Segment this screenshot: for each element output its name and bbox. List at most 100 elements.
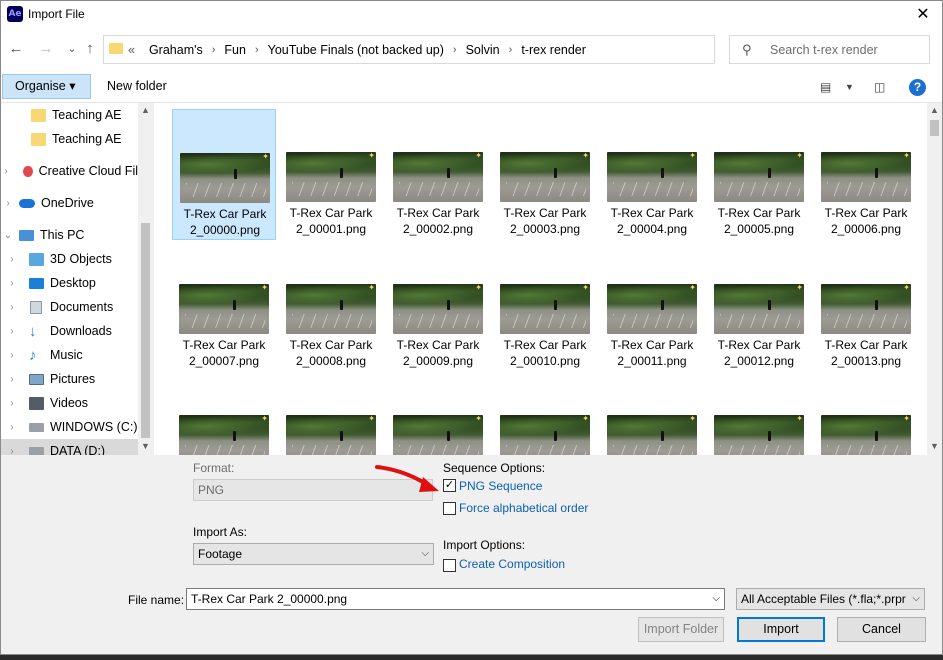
force-alphabetical-checkbox[interactable] <box>443 502 456 515</box>
file-item[interactable]: ✦ <box>600 373 704 455</box>
view-options-chevron-icon[interactable]: ▼ <box>845 82 854 92</box>
scrollbar-thumb[interactable] <box>141 223 150 438</box>
title-bar: Ae Import File ✕ <box>1 1 942 29</box>
chevron-down-icon[interactable]: ⌵ <box>712 589 720 609</box>
file-item[interactable]: ✦ T-Rex Car Park 2_00012.png <box>707 241 811 372</box>
file-item[interactable]: ✦ T-Rex Car Park 2_00005.png <box>707 109 811 240</box>
file-item[interactable]: ✦ <box>172 373 276 455</box>
forward-arrow-icon[interactable]: → <box>37 39 55 59</box>
file-item[interactable]: ✦ T-Rex Car Park 2_00001.png <box>279 109 383 240</box>
navigation-pane: Teaching AE Teaching AE › Creative Cloud… <box>1 103 153 455</box>
sidebar-item-documents[interactable]: › Documents <box>1 295 138 319</box>
sidebar-item-teaching-ae-2[interactable]: Teaching AE <box>1 127 138 151</box>
file-item[interactable]: ✦ T-Rex Car Park 2_00008.png <box>279 241 383 372</box>
sidebar-item-3d-objects[interactable]: › 3D Objects <box>1 247 138 271</box>
sidebar-item-creative-cloud[interactable]: › Creative Cloud Fil <box>1 159 138 183</box>
chevron-right-icon[interactable]: › <box>1 198 15 209</box>
chevron-right-icon[interactable]: › <box>1 302 23 313</box>
import-folder-button[interactable]: Import Folder <box>638 617 724 642</box>
force-alphabetical-label[interactable]: Force alphabetical order <box>459 501 588 515</box>
file-list-scrollbar[interactable]: ▲ ▼ <box>927 103 942 455</box>
chevron-right-icon[interactable]: › <box>1 166 11 177</box>
up-arrow-icon[interactable]: ↑ <box>81 39 99 59</box>
file-list: ✦ T-Rex Car Park 2_00000.png ✦ T-Rex Car … <box>154 103 942 455</box>
file-item[interactable]: ✦ T-Rex Car Park 2_00010.png <box>493 241 597 372</box>
file-item[interactable]: ✦ T-Rex Car Park 2_00000.png <box>172 109 276 240</box>
recent-locations-icon[interactable]: ⌄ <box>63 39 81 59</box>
file-item[interactable]: ✦ T-Rex Car Park 2_00003.png <box>493 109 597 240</box>
change-view-icon[interactable]: ▤ <box>820 80 831 94</box>
scroll-down-icon[interactable]: ▼ <box>140 441 151 451</box>
breadcrumb-item[interactable]: Graham's <box>149 43 203 57</box>
desktop-icon <box>29 277 44 289</box>
back-arrow-icon[interactable]: ← <box>7 39 25 59</box>
file-item[interactable]: ✦ <box>814 373 918 455</box>
sidebar-item-windows-c[interactable]: › WINDOWS (C:) <box>1 415 138 439</box>
create-composition-checkbox[interactable] <box>443 559 456 572</box>
chevron-right-icon[interactable]: › <box>1 350 23 361</box>
computer-icon <box>19 229 34 241</box>
sidebar-item-pictures[interactable]: › Pictures <box>1 367 138 391</box>
file-item[interactable]: ✦ T-Rex Car Park 2_00009.png <box>386 241 490 372</box>
create-composition-label[interactable]: Create Composition <box>459 557 565 571</box>
sidebar-item-downloads[interactable]: › ↓ Downloads <box>1 319 138 343</box>
chevron-right-icon[interactable]: › <box>1 446 23 456</box>
image-thumbnail: ✦ <box>607 415 697 455</box>
address-bar[interactable]: « Graham's › Fun › YouTube Finals (not b… <box>103 35 807 64</box>
file-item[interactable]: ✦ <box>279 373 383 455</box>
new-folder-button[interactable]: New folder <box>107 79 167 93</box>
organise-button[interactable]: Organise ▾ <box>2 74 91 99</box>
file-name-field[interactable]: T-Rex Car Park 2_00000.png ⌵ <box>186 588 725 610</box>
file-item[interactable]: ✦ <box>386 373 490 455</box>
file-item[interactable]: ✦ <box>493 373 597 455</box>
help-icon[interactable]: ? <box>909 79 926 96</box>
chevron-right-icon[interactable]: › <box>1 278 23 289</box>
scrollbar-thumb[interactable] <box>930 120 939 136</box>
chevron-right-icon[interactable]: › <box>1 254 23 265</box>
file-type-dropdown[interactable]: All Acceptable Files (*.fla;*.prpr ⌵ <box>736 588 925 610</box>
file-name: T-Rex Car Park 2_00005.png <box>717 206 801 236</box>
drive-d-icon <box>29 446 44 455</box>
png-sequence-label[interactable]: PNG Sequence <box>459 479 542 493</box>
breadcrumb-item[interactable]: t-rex render <box>521 43 586 57</box>
chevron-right-icon[interactable]: › <box>1 398 23 409</box>
import-as-dropdown[interactable]: Footage ⌵ <box>193 543 434 565</box>
sidebar-item-this-pc[interactable]: ⌄ This PC <box>1 223 138 247</box>
cancel-button[interactable]: Cancel <box>837 617 926 642</box>
sidebar-item-onedrive[interactable]: › OneDrive <box>1 191 138 215</box>
search-box[interactable]: ⚲ Search t-rex render <box>729 35 930 64</box>
breadcrumb-item[interactable]: Fun <box>224 43 246 57</box>
scroll-up-icon[interactable]: ▲ <box>140 105 151 115</box>
png-sequence-checkbox[interactable]: ✓ <box>443 479 456 492</box>
file-item[interactable]: ✦ T-Rex Car Park 2_00007.png <box>172 241 276 372</box>
sidebar-item-teaching-ae[interactable]: Teaching AE <box>1 103 138 127</box>
file-item[interactable]: ✦ T-Rex Car Park 2_00006.png <box>814 109 918 240</box>
navigation-bar: ← → ⌄ ↑ « Graham's › Fun › YouTube Final… <box>1 29 942 71</box>
file-name: T-Rex Car Park 2_00002.png <box>396 206 480 236</box>
file-name: T-Rex Car Park 2_00003.png <box>503 206 587 236</box>
preview-pane-icon[interactable]: ◫ <box>874 80 885 94</box>
sidebar-item-videos[interactable]: › Videos <box>1 391 138 415</box>
image-thumbnail: ✦ <box>714 415 804 455</box>
chevron-right-icon[interactable]: › <box>1 422 23 433</box>
file-item[interactable]: ✦ T-Rex Car Park 2_00013.png <box>814 241 918 372</box>
breadcrumb-item[interactable]: YouTube Finals (not backed up) <box>268 43 444 57</box>
chevron-down-icon[interactable]: ⌄ <box>1 230 15 241</box>
sidebar-item-desktop[interactable]: › Desktop <box>1 271 138 295</box>
scroll-up-icon[interactable]: ▲ <box>929 105 940 115</box>
file-item[interactable]: ✦ T-Rex Car Park 2_00004.png <box>600 109 704 240</box>
close-icon[interactable]: ✕ <box>912 4 934 26</box>
scroll-down-icon[interactable]: ▼ <box>929 441 940 451</box>
sidebar-scrollbar[interactable]: ▲ ▼ <box>138 103 153 455</box>
chevron-right-icon[interactable]: › <box>1 374 23 385</box>
sidebar-item-data-d[interactable]: › DATA (D:) <box>1 439 138 455</box>
search-input[interactable]: Search t-rex render <box>770 43 878 57</box>
sidebar-item-music[interactable]: › ♪ Music <box>1 343 138 367</box>
import-button[interactable]: Import <box>737 617 825 642</box>
breadcrumb-overflow[interactable]: « <box>128 43 135 57</box>
file-item[interactable]: ✦ T-Rex Car Park 2_00011.png <box>600 241 704 372</box>
chevron-right-icon[interactable]: › <box>1 326 23 337</box>
file-item[interactable]: ✦ <box>707 373 811 455</box>
breadcrumb-item[interactable]: Solvin <box>466 43 500 57</box>
file-item[interactable]: ✦ T-Rex Car Park 2_00002.png <box>386 109 490 240</box>
